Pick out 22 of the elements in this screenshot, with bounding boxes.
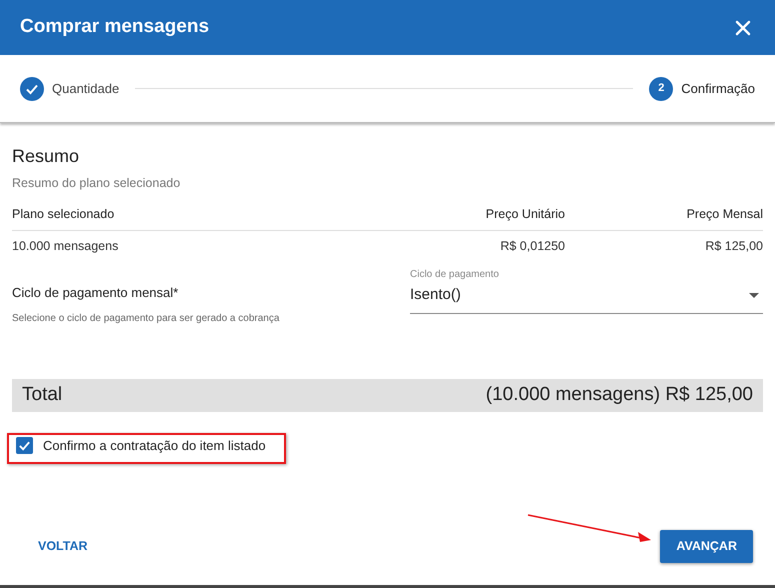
check-icon <box>18 439 31 452</box>
close-icon <box>735 20 751 36</box>
caret-icon <box>749 293 759 298</box>
total-label: Total <box>22 383 62 407</box>
dialog-title: Comprar mensagens <box>20 15 210 40</box>
total-value: (10.000 mensagens) R$ 125,00 <box>486 383 753 407</box>
table-cell-text: R$ 125,00 <box>704 238 763 254</box>
step[interactable]: 2 Confirmação <box>649 76 755 100</box>
column-header: Preço Unitário <box>484 206 565 223</box>
field-hint: Selecione o ciclo de pagamento para ser gerado a cobrança <box>12 312 280 326</box>
confirm-checkbox[interactable]: Confirmo a contratação do item listado <box>16 436 266 456</box>
next-button[interactable]: AVANÇAR <box>660 530 753 563</box>
column-header: Plano selecionado <box>12 206 116 223</box>
section-subtitle: Resumo do plano selecionado <box>12 175 182 192</box>
select-field[interactable]: Ciclo de pagamento Isento() <box>410 267 763 314</box>
back-button[interactable]: VOLTAR <box>26 530 100 563</box>
step[interactable]: Quantidade <box>20 76 120 100</box>
section-title: Resumo <box>12 145 80 168</box>
column-header: Preço Mensal <box>686 206 763 223</box>
table-cell-text: R$ 0,01250 <box>499 238 565 254</box>
field-label: Ciclo de pagamento mensal* <box>12 284 180 302</box>
table-cell-text: 10.000 mensagens <box>12 238 120 255</box>
